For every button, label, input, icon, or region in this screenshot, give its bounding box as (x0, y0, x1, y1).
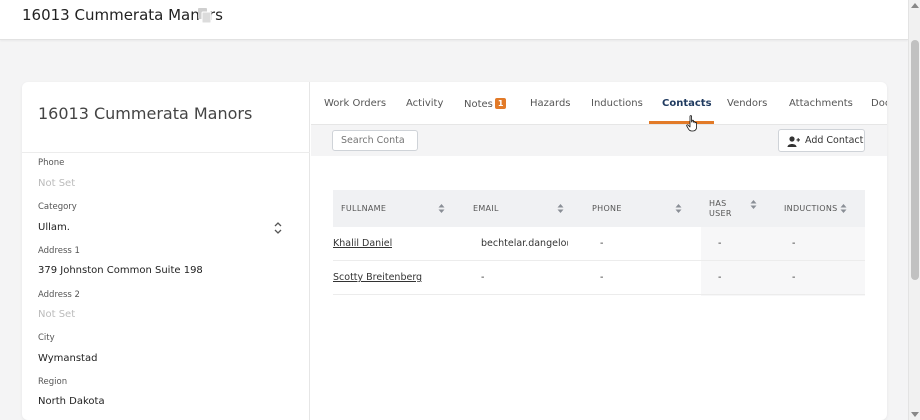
tab-contacts[interactable]: Contacts (662, 98, 712, 109)
field-value-city: Wymanstad (38, 353, 98, 364)
chevron-up-down-icon[interactable] (273, 221, 283, 235)
contact-inductions: - (792, 238, 796, 249)
page-title: 16013 Cummerata Manors (22, 6, 223, 24)
property-title: 16013 Cummerata Manors (38, 104, 253, 123)
sort-icon[interactable] (557, 203, 564, 214)
field-value-address-1: 379 Johnston Common Suite 198 (38, 265, 203, 276)
field-value-phone: Not Set (38, 178, 76, 189)
column-header-email[interactable]: EMAIL (465, 190, 584, 227)
field-value-region: North Dakota (38, 396, 105, 407)
notes-count-badge: 1 (494, 98, 507, 109)
column-header-has-user[interactable]: HAS USER (701, 190, 776, 227)
tab-work-orders[interactable]: Work Orders (324, 98, 386, 109)
contact-inductions: - (792, 272, 796, 283)
page-scrollbar[interactable] (908, 0, 920, 420)
tab-activity[interactable]: Activity (406, 98, 443, 109)
sort-icon[interactable] (750, 199, 757, 210)
tab-documents[interactable]: Doc (871, 98, 887, 109)
field-value-address-2: Not Set (38, 309, 76, 320)
column-header-fullname[interactable]: FULLNAME (333, 190, 465, 227)
field-label-address-1: Address 1 (38, 246, 80, 256)
add-user-icon (787, 136, 800, 147)
tab-attachments[interactable]: Attachments (789, 98, 853, 109)
contact-fullname-link[interactable]: Khalil Daniel (333, 238, 392, 249)
contact-email: - (481, 272, 485, 283)
table-row: Khalil Daniel bechtelar.dangelo@e - - - (333, 227, 865, 261)
copy-icon[interactable] (197, 7, 213, 24)
contact-phone: - (600, 272, 604, 283)
add-contact-button[interactable]: Add Contact (778, 129, 865, 152)
column-header-phone[interactable]: PHONE (584, 190, 701, 227)
divider (22, 152, 310, 153)
scroll-up-icon[interactable] (911, 3, 919, 8)
field-label-region: Region (38, 377, 68, 387)
tab-hazards[interactable]: Hazards (530, 98, 571, 109)
field-label-address-2: Address 2 (38, 290, 80, 300)
scroll-down-icon[interactable] (911, 412, 919, 417)
tab-bar: Work Orders Activity Notes 1 Hazards Indu… (311, 82, 887, 125)
field-label-phone: Phone (38, 158, 65, 168)
scroll-thumb[interactable] (911, 40, 919, 280)
contact-has-user: - (718, 272, 722, 283)
category-select[interactable]: Ullam. (38, 222, 70, 233)
sort-icon[interactable] (675, 203, 682, 214)
contacts-toolbar: Add Contact (311, 125, 887, 156)
contact-has-user: - (718, 238, 722, 249)
active-tab-indicator (649, 121, 714, 124)
sort-icon[interactable] (840, 203, 847, 214)
sort-icon[interactable] (438, 203, 445, 214)
add-contact-label: Add Contact (805, 135, 864, 146)
table-header: FULLNAME EMAIL PHONE HAS USER INDUCTIONS (333, 190, 865, 227)
search-contacts-input[interactable] (332, 130, 418, 151)
column-header-inductions[interactable]: INDUCTIONS (776, 190, 865, 227)
contact-phone: - (600, 238, 604, 249)
tab-inductions[interactable]: Inductions (591, 98, 643, 109)
hand-cursor-icon (686, 115, 697, 132)
contact-fullname-link[interactable]: Scotty Breitenberg (333, 272, 422, 283)
top-bar: 16013 Cummerata Manors (0, 0, 908, 40)
property-card: 16013 Cummerata Manors Phone Not Set Cat… (22, 82, 887, 420)
tab-notes[interactable]: Notes 1 (464, 98, 507, 110)
table-row: Scotty Breitenberg - - - - (333, 261, 865, 295)
contact-email: bechtelar.dangelo@e (481, 238, 568, 249)
field-label-category: Category (38, 202, 77, 212)
property-details-panel: 16013 Cummerata Manors Phone Not Set Cat… (22, 82, 310, 420)
tab-vendors[interactable]: Vendors (727, 98, 767, 109)
field-label-city: City (38, 333, 55, 343)
tab-notes-label: Notes (464, 99, 493, 110)
